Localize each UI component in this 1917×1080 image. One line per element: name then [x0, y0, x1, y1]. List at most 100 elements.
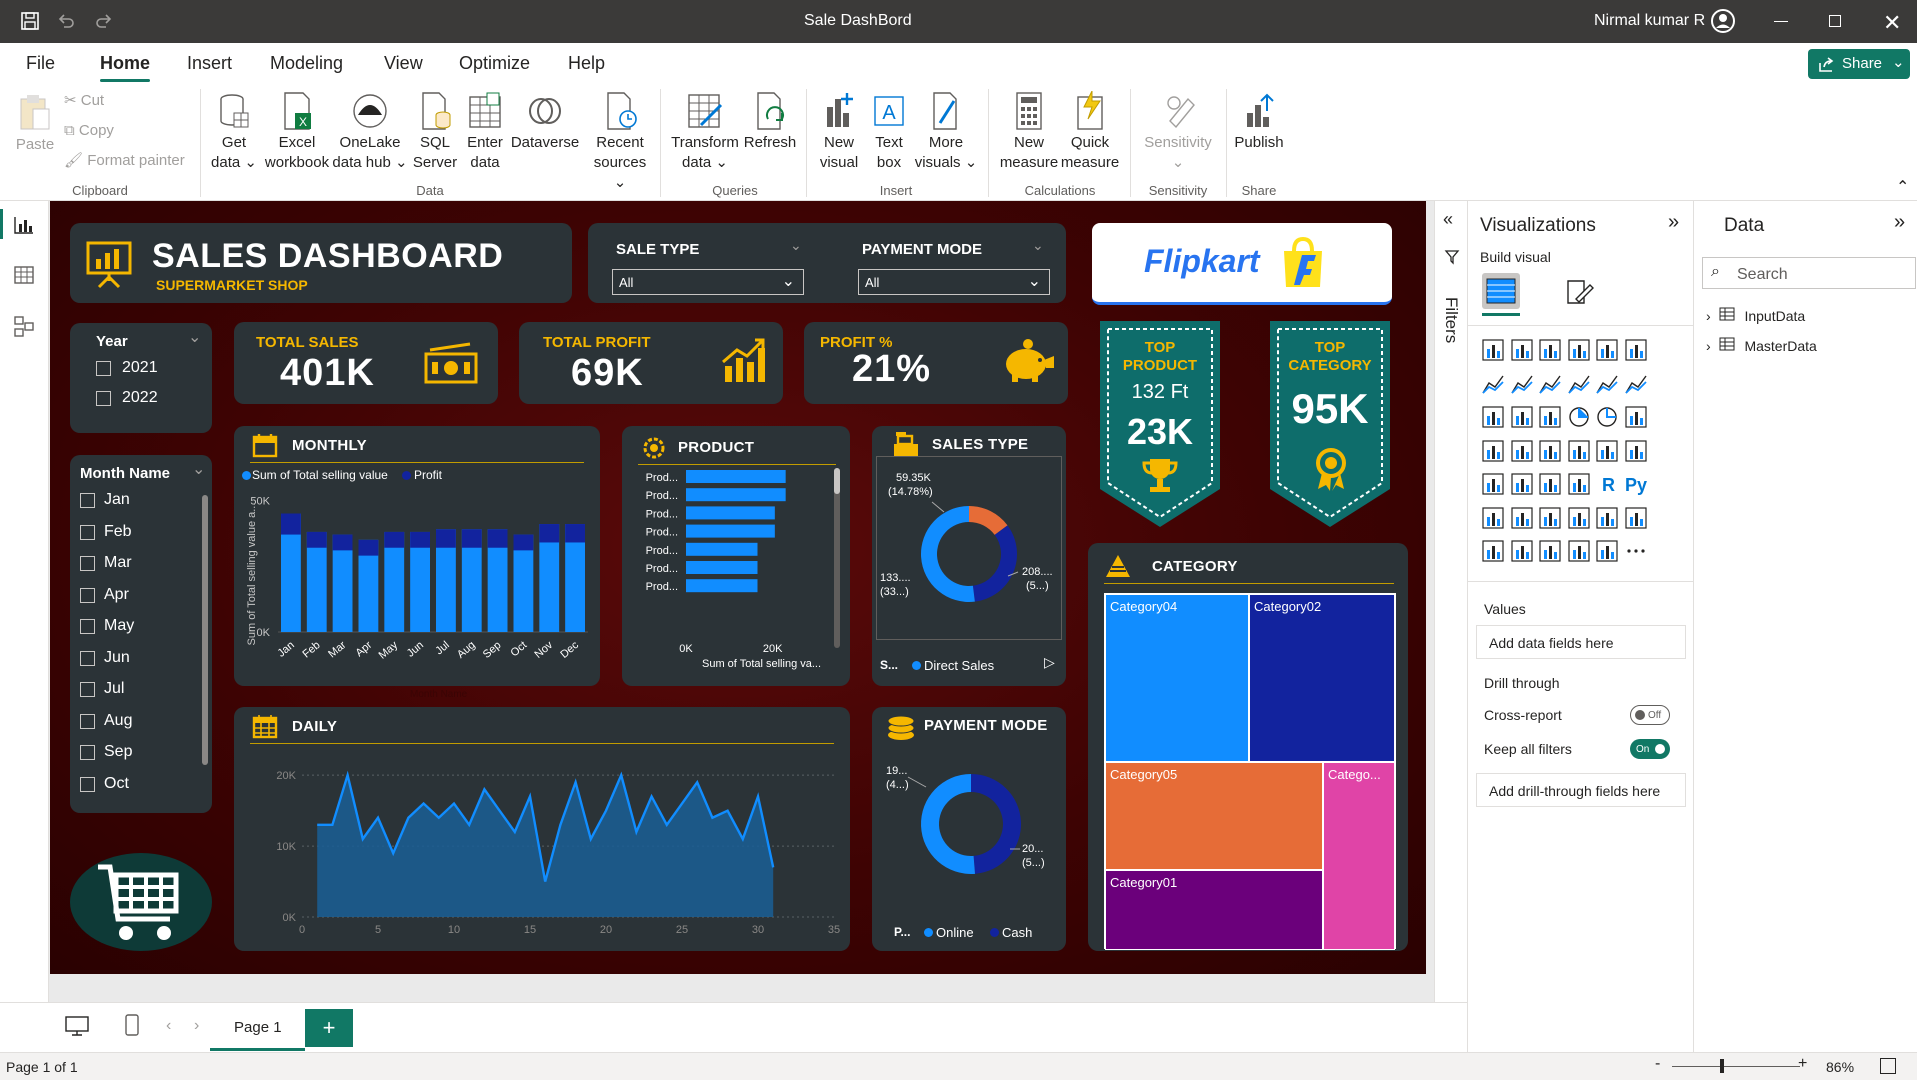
treemap-tile[interactable]: Category02: [1249, 594, 1395, 762]
format-painter-button[interactable]: 🖌 Format painter: [64, 151, 185, 171]
cross-report-toggle[interactable]: Off: [1630, 705, 1670, 725]
clustered-bar-icon[interactable]: [1537, 337, 1563, 363]
legend-next-arrow-icon[interactable]: ▷: [1044, 654, 1055, 671]
funnel-icon[interactable]: [1509, 404, 1535, 430]
excel-button[interactable]: X Excel workbook: [262, 91, 332, 173]
qa-icon[interactable]: [1537, 505, 1563, 531]
zoom-in-icon[interactable]: +: [1798, 1055, 1807, 1073]
keep-filters-toggle[interactable]: On: [1630, 739, 1670, 759]
multi-row-card-icon[interactable]: [1623, 438, 1649, 464]
transform-data-button[interactable]: Transform data ⌄: [668, 91, 742, 173]
stacked-bar-icon[interactable]: [1480, 337, 1506, 363]
maximize-icon[interactable]: [1829, 15, 1841, 27]
decomposition-tree-icon[interactable]: [1509, 505, 1535, 531]
menu-file[interactable]: File: [26, 53, 55, 74]
recent-sources-button[interactable]: Recent sources ⌄: [588, 91, 652, 193]
search-input[interactable]: ⌕ Search: [1702, 257, 1916, 289]
treemap-tile[interactable]: Category05: [1105, 762, 1323, 870]
month-checkbox[interactable]: [80, 745, 95, 760]
zoom-slider[interactable]: [1672, 1066, 1800, 1067]
sql-server-button[interactable]: SQL Server: [410, 91, 460, 173]
line-clustered-icon[interactable]: [1594, 371, 1620, 397]
100-column-icon[interactable]: [1623, 337, 1649, 363]
format-visual-icon[interactable]: [1564, 277, 1594, 312]
more-visuals-button[interactable]: More visuals ⌄: [914, 91, 978, 173]
stacked-area-icon[interactable]: [1537, 371, 1563, 397]
prev-page-icon[interactable]: ‹: [166, 1017, 171, 1035]
report-view-icon[interactable]: [13, 215, 35, 240]
kpi-icon[interactable]: [1480, 471, 1506, 497]
values-well[interactable]: Add data fields here: [1476, 625, 1686, 659]
card-icon[interactable]: [1594, 438, 1620, 464]
text-box-button[interactable]: A Text box: [866, 91, 912, 173]
payment-mode-dropdown[interactable]: All ⌄: [858, 269, 1050, 295]
enter-data-button[interactable]: Enter data: [462, 91, 508, 173]
desktop-layout-icon[interactable]: [64, 1015, 90, 1042]
azure-map-icon[interactable]: [1537, 438, 1563, 464]
month-checkbox[interactable]: [80, 682, 95, 697]
map-icon[interactable]: [1480, 438, 1506, 464]
zoom-slider-thumb[interactable]: [1720, 1059, 1724, 1073]
r-visual-icon[interactable]: R: [1594, 471, 1620, 497]
month-checkbox[interactable]: [80, 619, 95, 634]
goals-icon[interactable]: [1594, 505, 1620, 531]
month-checkbox[interactable]: [80, 650, 95, 666]
payment-mode-chart[interactable]: PAYMENT MODE 19... (4...) 20... (5...) P…: [872, 707, 1066, 951]
tab-page-1[interactable]: Page 1: [210, 1003, 305, 1051]
month-scrollbar[interactable]: [202, 495, 208, 765]
quick-measure-button[interactable]: Quick measure: [1058, 91, 1122, 173]
filters-pane[interactable]: « Filters: [1434, 201, 1467, 1002]
zoom-out-icon[interactable]: -: [1655, 1055, 1660, 1073]
daily-chart[interactable]: DAILY 0K 10K 20K 0 5 10 15 20 25 30 35: [234, 707, 850, 951]
build-visual-tab[interactable]: [1482, 273, 1520, 309]
collapse-filters-icon[interactable]: «: [1443, 209, 1453, 230]
close-icon[interactable]: ✕: [1883, 10, 1901, 36]
month-checkbox[interactable]: [80, 713, 95, 729]
sale-type-dropdown[interactable]: All ⌄: [612, 269, 804, 295]
expand-pane-icon[interactable]: »: [1894, 211, 1905, 234]
power-apps-icon[interactable]: [1480, 538, 1506, 564]
menu-view[interactable]: View: [384, 53, 423, 74]
gauge-icon[interactable]: [1566, 438, 1592, 464]
treemap-icon[interactable]: [1623, 404, 1649, 430]
arcgis-icon[interactable]: [1537, 538, 1563, 564]
month-checkbox[interactable]: [80, 524, 95, 540]
pie-icon[interactable]: [1566, 404, 1592, 430]
refresh-button[interactable]: Refresh: [740, 91, 800, 153]
collapse-ribbon-icon[interactable]: ⌃: [1896, 177, 1909, 197]
menu-insert[interactable]: Insert: [187, 53, 232, 74]
redo-icon[interactable]: [94, 11, 114, 36]
sensitivity-button[interactable]: Sensitivity ⌄: [1138, 91, 1218, 173]
publish-button[interactable]: Publish: [1232, 91, 1286, 153]
menu-help[interactable]: Help: [568, 53, 605, 74]
onelake-button[interactable]: OneLake data hub ⌄: [332, 91, 408, 173]
add-page-button[interactable]: +: [305, 1009, 353, 1047]
power-automate-icon[interactable]: [1509, 538, 1535, 564]
monthly-chart[interactable]: MONTHLY Sum of Total selling value Profi…: [234, 426, 600, 686]
donut-icon[interactable]: [1594, 404, 1620, 430]
filled-map-icon[interactable]: [1509, 438, 1535, 464]
mobile-layout-icon[interactable]: [124, 1013, 140, 1042]
month-checkbox[interactable]: [80, 556, 95, 571]
python-visual-icon[interactable]: Py: [1623, 471, 1649, 497]
menu-home[interactable]: Home: [100, 53, 151, 82]
month-checkbox[interactable]: [80, 776, 95, 792]
category-chart[interactable]: CATEGORY Category04 Category02 Category05 C…: [1088, 543, 1408, 951]
save-icon[interactable]: [20, 11, 40, 36]
undo-icon[interactable]: [56, 11, 76, 36]
matrix-icon[interactable]: [1566, 471, 1592, 497]
cart-button[interactable]: [70, 853, 212, 951]
clustered-column-icon[interactable]: [1566, 337, 1592, 363]
product-chart[interactable]: PRODUCT Prod... Prod... Prod... Prod... Prod…: [622, 426, 850, 686]
user-name[interactable]: Nirmal kumar R: [1594, 12, 1705, 30]
dataverse-button[interactable]: Dataverse: [510, 91, 580, 153]
area-icon[interactable]: [1509, 371, 1535, 397]
user-avatar-icon[interactable]: [1710, 8, 1736, 39]
minimize-icon[interactable]: [1774, 21, 1788, 22]
treemap-tile[interactable]: Catego...: [1323, 762, 1395, 950]
stacked-column-icon[interactable]: [1509, 337, 1535, 363]
cut-button[interactable]: ✂ Cut: [64, 91, 104, 111]
diamond-icon[interactable]: [1566, 538, 1592, 564]
menu-optimize[interactable]: Optimize: [459, 53, 530, 74]
scatter-icon[interactable]: [1537, 404, 1563, 430]
